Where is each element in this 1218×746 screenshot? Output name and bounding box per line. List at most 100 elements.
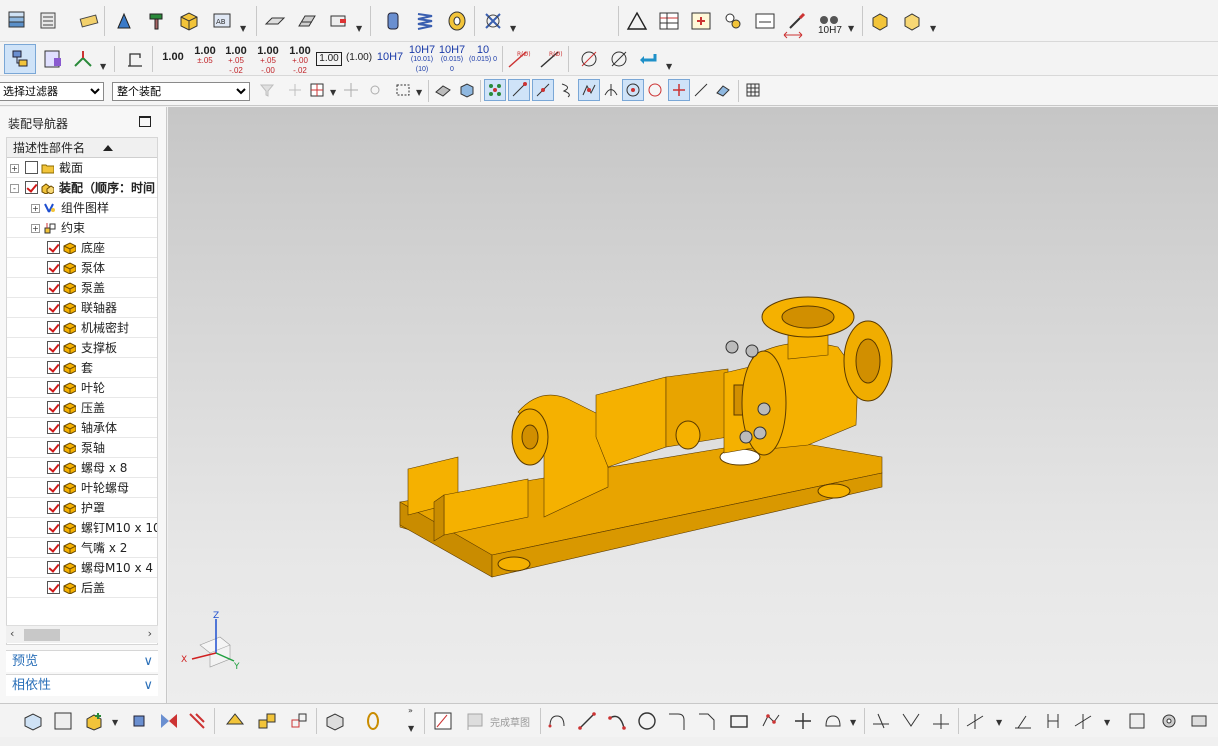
dimension-bracket-icon[interactable] <box>122 46 148 72</box>
circle-icon[interactable] <box>634 708 660 734</box>
constraint-navigator-icon[interactable] <box>70 46 96 72</box>
grid-add-icon[interactable] <box>688 8 714 34</box>
constraint-dim-icon[interactable] <box>1010 708 1036 734</box>
grid-icon[interactable] <box>742 79 764 101</box>
selection-intent-icon[interactable] <box>284 79 306 101</box>
tolerance-upper[interactable]: 1.00 +.05 -.00 <box>254 46 282 76</box>
dependencies-panel-header[interactable]: 相依性 ∨ <box>6 674 158 696</box>
diameter-icon[interactable] <box>576 46 602 72</box>
tree-row[interactable]: 套 <box>7 358 157 378</box>
mirror-curve-icon[interactable] <box>962 708 988 734</box>
tree-row[interactable]: + 约束 <box>7 218 157 238</box>
tolerance-symmetric[interactable]: 1.00 ±.05 <box>192 46 218 66</box>
fit-h7-limits-button[interactable]: 10H7 (10.01) (10) <box>408 45 436 75</box>
pump-assembly-model[interactable] <box>168 107 1218 703</box>
finish-sketch-label[interactable]: 完成草图 <box>490 714 530 729</box>
visibility-checkbox[interactable] <box>47 301 60 314</box>
tolerance-lower[interactable]: 1.00 +.00 -.02 <box>286 46 314 76</box>
tree-row[interactable]: 叶轮螺母 <box>7 478 157 498</box>
sketch-gear-icon[interactable] <box>1156 708 1182 734</box>
tolerance-nominal[interactable]: 1.00 <box>160 52 186 63</box>
grid-snap-icon[interactable] <box>306 79 328 101</box>
reattach-icon[interactable] <box>1186 708 1212 734</box>
new-component-icon[interactable] <box>50 708 76 734</box>
fillet-icon[interactable] <box>664 708 690 734</box>
expand-icon[interactable]: + <box>31 224 40 233</box>
mirror-assembly-icon[interactable] <box>156 708 182 734</box>
offset-curve-icon[interactable] <box>820 708 846 734</box>
move-assembly-icon[interactable] <box>222 708 248 734</box>
bearing-icon[interactable] <box>444 8 470 34</box>
snap-control-point-icon[interactable] <box>556 79 578 101</box>
basic-dimension-label[interactable]: 1.00 <box>316 52 342 66</box>
polygon-icon[interactable] <box>758 708 784 734</box>
eraser-icon[interactable] <box>76 8 102 34</box>
preview-panel-header[interactable]: 预览 ∨ <box>6 650 158 672</box>
tree-row[interactable]: 机械密封 <box>7 318 157 338</box>
tree-row[interactable]: 气嘴 x 2 <box>7 538 157 558</box>
layer-settings-icon[interactable] <box>36 8 62 34</box>
assembly-block-icon[interactable] <box>868 8 894 34</box>
tree-row[interactable]: + 组件图样 <box>7 198 157 218</box>
mate-icon[interactable] <box>126 708 152 734</box>
section-icon[interactable] <box>294 8 320 34</box>
collapse-icon[interactable]: - <box>10 184 19 193</box>
datum-plane-icon[interactable] <box>262 8 288 34</box>
geometric-constraint-icon[interactable] <box>1040 708 1066 734</box>
assembly-constraint-icon[interactable] <box>254 708 280 734</box>
horizontal-scrollbar[interactable]: ‹ › <box>6 625 158 643</box>
arc-icon[interactable] <box>604 708 630 734</box>
sketch-settings-icon[interactable] <box>1124 708 1150 734</box>
visibility-checkbox[interactable] <box>47 361 60 374</box>
snap-intersection-icon[interactable] <box>578 79 600 101</box>
tree-row[interactable]: 泵体 <box>7 258 157 278</box>
tree-row[interactable]: 底座 <box>7 238 157 258</box>
graphics-viewport[interactable]: Z X Y <box>168 107 1218 703</box>
scope-dropdown[interactable]: 整个装配 <box>112 82 250 101</box>
3d-part-icon[interactable] <box>176 8 202 34</box>
radius-dim-2-icon[interactable]: R(Ø) <box>538 46 564 72</box>
expand-icon[interactable]: + <box>10 164 19 173</box>
add-component-icon[interactable] <box>20 708 46 734</box>
visibility-checkbox[interactable] <box>47 441 60 454</box>
visibility-checkbox[interactable] <box>47 561 60 574</box>
sketch-icon[interactable] <box>430 708 456 734</box>
extend-icon[interactable] <box>898 708 924 734</box>
snap-point-on-curve-icon[interactable] <box>668 79 690 101</box>
tree-row[interactable]: 轴承体 <box>7 418 157 438</box>
exploded-view-icon[interactable] <box>322 708 348 734</box>
profile-icon[interactable] <box>544 708 570 734</box>
snap-endpoint-icon[interactable] <box>508 79 530 101</box>
solid-body-icon[interactable] <box>456 79 478 101</box>
visibility-checkbox[interactable] <box>25 181 38 194</box>
expand-icon[interactable]: + <box>31 204 40 213</box>
snap-midpoint-icon[interactable] <box>532 79 554 101</box>
snap-on-line-icon[interactable] <box>690 79 712 101</box>
visibility-checkbox[interactable] <box>47 261 60 274</box>
visibility-checkbox[interactable] <box>47 241 60 254</box>
visibility-checkbox[interactable] <box>47 501 60 514</box>
visibility-checkbox[interactable] <box>47 341 60 354</box>
filter-reset-icon[interactable] <box>256 79 278 101</box>
tree-row[interactable]: 联轴器 <box>7 298 157 318</box>
table-icon[interactable] <box>656 8 682 34</box>
spring-icon[interactable] <box>412 8 438 34</box>
corner-icon[interactable] <box>928 708 954 734</box>
snap-center-icon[interactable] <box>622 79 644 101</box>
tree-row[interactable]: 螺钉M10 x 10 <box>7 518 157 538</box>
column-header[interactable]: 描述性部件名 <box>7 138 157 158</box>
visibility-checkbox[interactable] <box>47 321 60 334</box>
pattern-component-icon[interactable] <box>184 708 210 734</box>
tree-row[interactable]: + 截面 <box>7 158 157 178</box>
tree-row[interactable]: 螺母 x 8 <box>7 458 157 478</box>
visibility-checkbox[interactable] <box>47 381 60 394</box>
maximize-icon[interactable] <box>139 116 151 127</box>
selection-filter-dropdown[interactable]: 选择过滤器 <box>0 82 104 101</box>
tree-row[interactable]: 支撑板 <box>7 338 157 358</box>
visibility-checkbox[interactable] <box>25 161 38 174</box>
part-list-icon[interactable] <box>40 46 66 72</box>
snap-enable-icon[interactable] <box>484 79 506 101</box>
tree-row[interactable]: 护罩 <box>7 498 157 518</box>
assembly-navigator-toggle-icon[interactable] <box>4 44 36 74</box>
trim-icon[interactable] <box>868 708 894 734</box>
